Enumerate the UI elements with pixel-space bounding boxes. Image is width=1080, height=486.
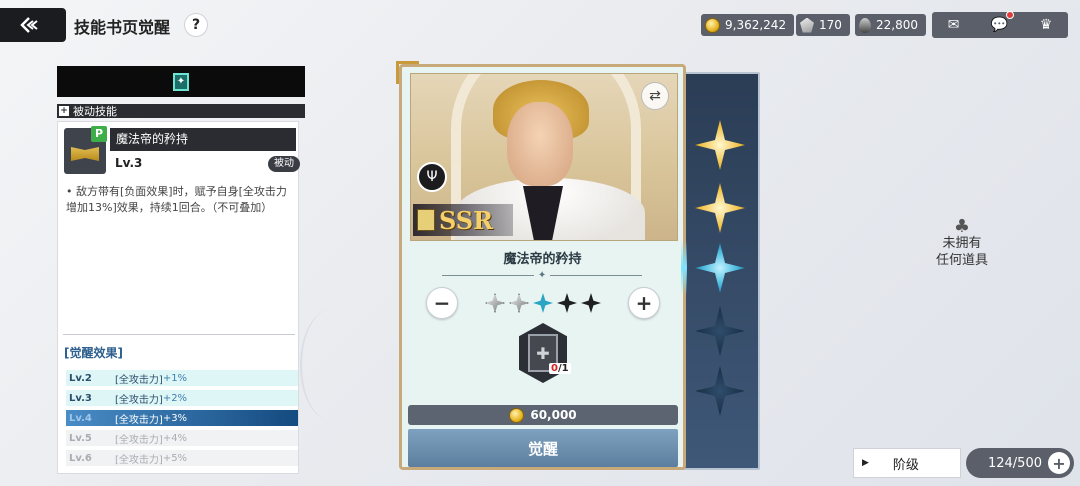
level-selector: − + <box>426 287 660 319</box>
stone-icon <box>800 17 814 33</box>
skill-description: • 敌方带有[负面效果]时，赋予自身[全攻击力增加13%]效果，持续1回合。（不… <box>66 185 287 214</box>
gold-currency[interactable]: 9,362,242 <box>701 14 795 36</box>
trident-icon: Ψ <box>417 162 447 192</box>
drop-value: 22,800 <box>876 18 918 32</box>
card-skill-name: 魔法帝的矜持 <box>503 252 582 267</box>
level-stars <box>485 293 601 313</box>
coin-icon <box>509 407 525 423</box>
plus-icon: + <box>59 106 69 116</box>
section-bar: + 被动技能 <box>57 104 305 118</box>
card-mini-icon <box>417 209 435 231</box>
back-arrow-icon <box>20 17 38 33</box>
drop-icon <box>859 17 871 33</box>
level-star-icon <box>485 293 505 313</box>
chat-icon[interactable]: 💬 <box>991 11 1015 33</box>
awaken-row-attr: [全攻击力] <box>115 454 163 466</box>
material-need: /1 <box>557 363 569 374</box>
awaken-row: Lv.6 [全攻击力] +5% <box>66 450 298 466</box>
awaken-row-attr: [全攻击力] <box>115 394 163 406</box>
empty-line-1: 未拥有 <box>942 236 982 251</box>
rank-sort-button[interactable]: ▶ 阶级 <box>853 448 961 478</box>
awaken-row-level: Lv.5 <box>69 432 92 444</box>
awaken-row-level: Lv.6 <box>69 452 92 464</box>
stone-currency[interactable]: 170 <box>796 14 850 36</box>
rarity-label: SSR <box>439 205 494 235</box>
awaken-row-current: Lv.4 [全攻击力] +3% <box>66 410 298 426</box>
selection-glow <box>681 240 687 295</box>
awaken-row-value: +3% <box>162 412 188 424</box>
awaken-row-attr: [全攻击力] <box>115 414 163 426</box>
awaken-row-value: +1% <box>162 372 188 384</box>
level-star-icon <box>581 293 601 313</box>
awaken-row-value: +5% <box>162 452 188 464</box>
awaken-row: Lv.2 [全攻击力] +1% <box>66 370 298 386</box>
empty-inventory-message: ♣ 未拥有 任何道具 <box>925 218 999 269</box>
awaken-row: Lv.5 [全攻击力] +4% <box>66 430 298 446</box>
notification-dot <box>1006 11 1015 19</box>
rank-label: 阶级 <box>892 457 919 473</box>
awaken-row-level: Lv.2 <box>69 372 92 384</box>
awaken-effects-title: [觉醒效果] <box>64 346 123 360</box>
play-triangle-icon: ▶ <box>862 458 869 468</box>
diamond-icon: ✦ <box>537 269 547 281</box>
decrease-button[interactable]: − <box>426 287 458 319</box>
skill-type-tag: 被动 <box>268 156 300 172</box>
awaken-row-attr: [全攻击力] <box>115 374 163 386</box>
awaken-row-value: +2% <box>162 392 188 404</box>
clover-icon: ♣ <box>953 216 971 237</box>
top-icon-bar: ✉ 💬 ♛ <box>932 11 1068 38</box>
passive-badge: P <box>91 126 107 142</box>
rank-icon[interactable]: ♛ <box>1040 17 1053 33</box>
material-have: 0 <box>551 363 558 374</box>
gold-value: 9,362,242 <box>725 18 787 32</box>
skill-book-header: ✦ <box>57 66 305 97</box>
level-star-icon <box>557 293 577 313</box>
ornament-divider: ✦ <box>442 269 643 281</box>
material-count: 0/1 <box>549 363 571 374</box>
expand-capacity-icon[interactable]: + <box>1048 452 1070 474</box>
skill-card: ⇄ Ψ SSR 魔法帝的矜持 ✦ − + ✚ 0/1 60,000 觉醒 <box>396 61 686 470</box>
page-title: 技能书页觉醒 <box>74 18 171 37</box>
awaken-button[interactable]: 觉醒 <box>408 429 678 467</box>
section-label: 被动技能 <box>73 105 117 118</box>
capacity-value: 124/500 <box>987 455 1042 471</box>
skill-page-icon: ✦ <box>173 72 189 91</box>
stone-value: 170 <box>819 18 842 32</box>
cost-bar: 60,000 <box>408 405 678 425</box>
back-button[interactable] <box>0 8 66 42</box>
awaken-row-level: Lv.3 <box>69 392 92 404</box>
skill-name: 魔法帝的矜持 <box>110 128 296 151</box>
background-emblem <box>300 310 360 420</box>
awaken-material-slot[interactable]: ✚ <box>519 323 567 383</box>
inventory-capacity: 124/500 + <box>966 448 1074 478</box>
mail-icon[interactable]: ✉ <box>948 17 960 33</box>
skill-detail-card: P 魔法帝的矜持 Lv.3 被动 • 敌方带有[负面效果]时，赋予自身[全攻击力… <box>57 121 300 474</box>
drop-currency[interactable]: 22,800 <box>855 14 926 36</box>
divider <box>63 334 295 335</box>
swap-icon[interactable]: ⇄ <box>641 82 669 110</box>
awaken-row: Lv.3 [全攻击力] +2% <box>66 390 298 406</box>
skill-level: Lv.3 <box>115 156 143 170</box>
help-button[interactable]: ? <box>184 13 208 37</box>
cost-value: 60,000 <box>530 408 577 422</box>
rarity-badge: SSR <box>413 204 513 236</box>
character-portrait: ⇄ Ψ SSR <box>410 73 678 241</box>
level-star-icon <box>533 293 553 313</box>
coin-icon <box>705 17 720 33</box>
level-star-icon <box>509 293 529 313</box>
empty-line-2: 任何道具 <box>935 253 988 268</box>
awaken-row-attr: [全攻击力] <box>115 434 163 446</box>
awaken-row-value: +4% <box>162 432 188 444</box>
increase-button[interactable]: + <box>628 287 660 319</box>
awaken-row-level: Lv.4 <box>69 412 92 424</box>
